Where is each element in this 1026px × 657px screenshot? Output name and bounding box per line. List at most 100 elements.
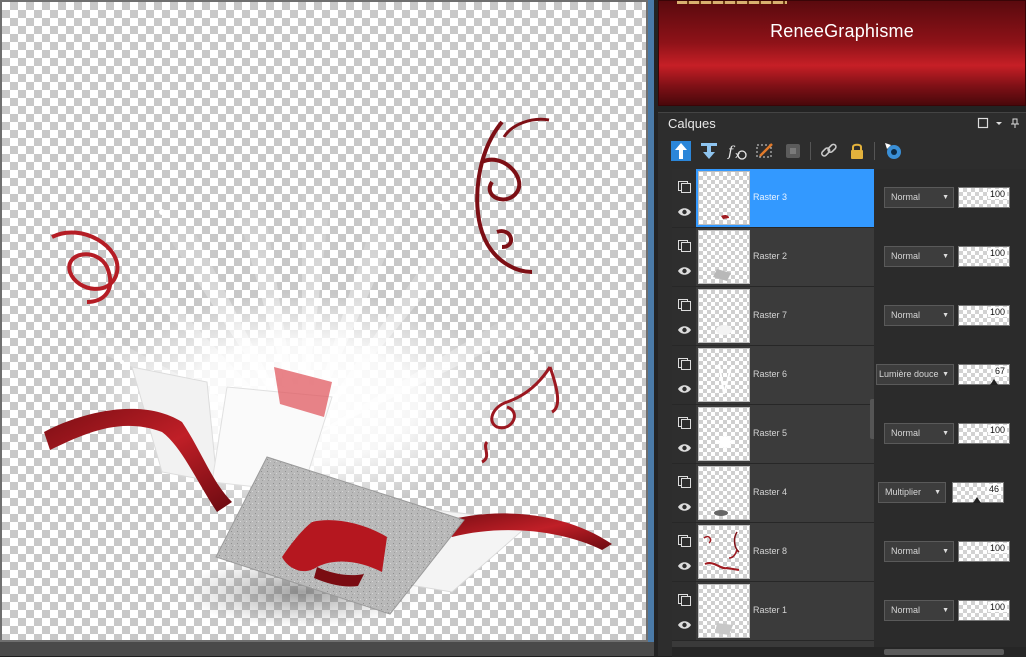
panel-menu-chevron-icon[interactable]: [992, 117, 1006, 131]
layer-controls: [672, 287, 696, 345]
blend-mode-value: Lumière douce: [879, 369, 939, 379]
layer-props-row: Normal ▼ 100: [874, 287, 1026, 346]
toolbar-separator: [874, 142, 875, 160]
layers-toolbar: fx: [670, 140, 910, 164]
canvas-horizontal-scrollbar[interactable]: [0, 642, 654, 656]
layer-row[interactable]: Raster 7: [672, 287, 874, 346]
opacity-slider[interactable]: 100: [958, 187, 1010, 208]
opacity-slider[interactable]: 100: [958, 423, 1010, 444]
blend-mode-value: Normal: [891, 428, 921, 438]
eye-icon[interactable]: [677, 381, 692, 393]
blend-mode-select[interactable]: Normal ▼: [884, 246, 954, 267]
brand-banner: ReneeGraphisme: [658, 0, 1026, 106]
opacity-marker: [990, 379, 998, 385]
layer-group-icon[interactable]: [678, 534, 691, 547]
opacity-value: 100: [987, 307, 1007, 317]
opacity-slider[interactable]: 100: [958, 246, 1010, 267]
blend-mode-select[interactable]: Normal ▼: [884, 423, 954, 444]
layer-thumbnail: [698, 171, 750, 225]
layer-row[interactable]: Raster 4: [672, 464, 874, 523]
blend-mode-select[interactable]: Lumière douce ▼: [876, 364, 954, 385]
layer-thumbnail: [698, 407, 750, 461]
maximize-icon[interactable]: [976, 117, 990, 131]
layer-controls: [672, 405, 696, 463]
layer-row[interactable]: Raster 6: [672, 346, 874, 405]
layer-name: Raster 8: [753, 546, 788, 556]
layers-list: Raster 3 Raster 2 Raster 7 Raster 6 Rast…: [672, 169, 874, 647]
layer-group-icon[interactable]: [678, 416, 691, 429]
blend-mode-value: Normal: [891, 605, 921, 615]
eye-icon[interactable]: [677, 322, 692, 334]
opacity-slider[interactable]: 100: [958, 305, 1010, 326]
opacity-value: 100: [987, 543, 1007, 553]
fx-effects-icon[interactable]: fx: [726, 140, 748, 162]
opacity-slider[interactable]: 100: [958, 600, 1010, 621]
layer-group-icon[interactable]: [678, 593, 691, 606]
banner-title: ReneeGraphisme: [770, 21, 914, 41]
opacity-value: 46: [986, 484, 1001, 494]
layer-controls: [672, 346, 696, 404]
eye-icon[interactable]: [677, 263, 692, 275]
layer-name: Raster 3: [753, 192, 788, 202]
toolbar-separator: [810, 142, 811, 160]
dropdown-arrow-icon: ▼: [942, 371, 949, 378]
eye-icon[interactable]: [677, 204, 692, 216]
layer-props-row: Multiplier ▼ 46: [874, 464, 1026, 523]
opacity-marker: [973, 497, 981, 503]
layer-properties-icon[interactable]: [782, 140, 804, 162]
layer-name: Raster 7: [753, 310, 788, 320]
scrollbar-thumb[interactable]: [884, 649, 1004, 655]
dropdown-arrow-icon: ▼: [942, 430, 949, 437]
layer-name: Raster 4: [753, 487, 788, 497]
layer-group-icon[interactable]: [678, 475, 691, 488]
opacity-value: 100: [987, 189, 1007, 199]
opacity-slider[interactable]: 46: [952, 482, 1004, 503]
mask-icon[interactable]: [754, 140, 776, 162]
layer-name: Raster 1: [753, 605, 788, 615]
pin-icon[interactable]: [1008, 117, 1022, 131]
canvas-artwork: [44, 117, 612, 627]
layer-name: Raster 6: [753, 369, 788, 379]
layer-name: Raster 5: [753, 428, 788, 438]
eye-icon[interactable]: [677, 558, 692, 570]
layer-props-row: Normal ▼ 100: [874, 523, 1026, 582]
layer-properties-column: Normal ▼ 100 Normal ▼ 100 Normal ▼ 100 Lumi…: [874, 169, 1026, 647]
banner-stripes: [677, 1, 787, 4]
merge-down-icon[interactable]: [698, 140, 720, 162]
layer-row[interactable]: Raster 5: [672, 405, 874, 464]
blend-mode-select[interactable]: Normal ▼: [884, 187, 954, 208]
link-icon[interactable]: [818, 140, 840, 162]
layer-group-icon[interactable]: [678, 357, 691, 370]
blend-mode-select[interactable]: Normal ▼: [884, 305, 954, 326]
layer-row[interactable]: Raster 8: [672, 523, 874, 582]
dropdown-arrow-icon: ▼: [942, 607, 949, 614]
layer-props-row: Normal ▼ 100: [874, 582, 1026, 641]
layer-group-icon[interactable]: [678, 239, 691, 252]
blend-mode-value: Multiplier: [885, 487, 922, 497]
layer-thumbnail: [698, 466, 750, 520]
new-raster-layer-icon[interactable]: [670, 140, 692, 162]
blend-mode-select[interactable]: Multiplier ▼: [878, 482, 946, 503]
lock-icon[interactable]: [846, 140, 868, 162]
layer-row[interactable]: Raster 2: [672, 228, 874, 287]
opacity-slider[interactable]: 100: [958, 541, 1010, 562]
eye-icon[interactable]: [677, 499, 692, 511]
eye-icon[interactable]: [677, 617, 692, 629]
layer-name: Raster 2: [753, 251, 788, 261]
blend-mode-value: Normal: [891, 310, 921, 320]
image-canvas[interactable]: [2, 2, 646, 640]
blend-mode-select[interactable]: Normal ▼: [884, 541, 954, 562]
layer-group-icon[interactable]: [678, 180, 691, 193]
eye-icon[interactable]: [677, 440, 692, 452]
blend-mode-select[interactable]: Normal ▼: [884, 600, 954, 621]
layer-row[interactable]: Raster 1: [672, 582, 874, 641]
layer-group-icon[interactable]: [678, 298, 691, 311]
layer-controls: [672, 523, 696, 581]
layer-controls: [672, 464, 696, 522]
layers-panel: Calques fx Raster 3 Raster 2 Raster 7 Ra…: [658, 112, 1026, 657]
layer-row[interactable]: Raster 3: [672, 169, 874, 228]
dropdown-arrow-icon: ▼: [942, 548, 949, 555]
opacity-slider[interactable]: 67: [958, 364, 1010, 385]
visibility-toggle-icon[interactable]: [882, 140, 904, 162]
layer-props-row: Normal ▼ 100: [874, 169, 1026, 228]
